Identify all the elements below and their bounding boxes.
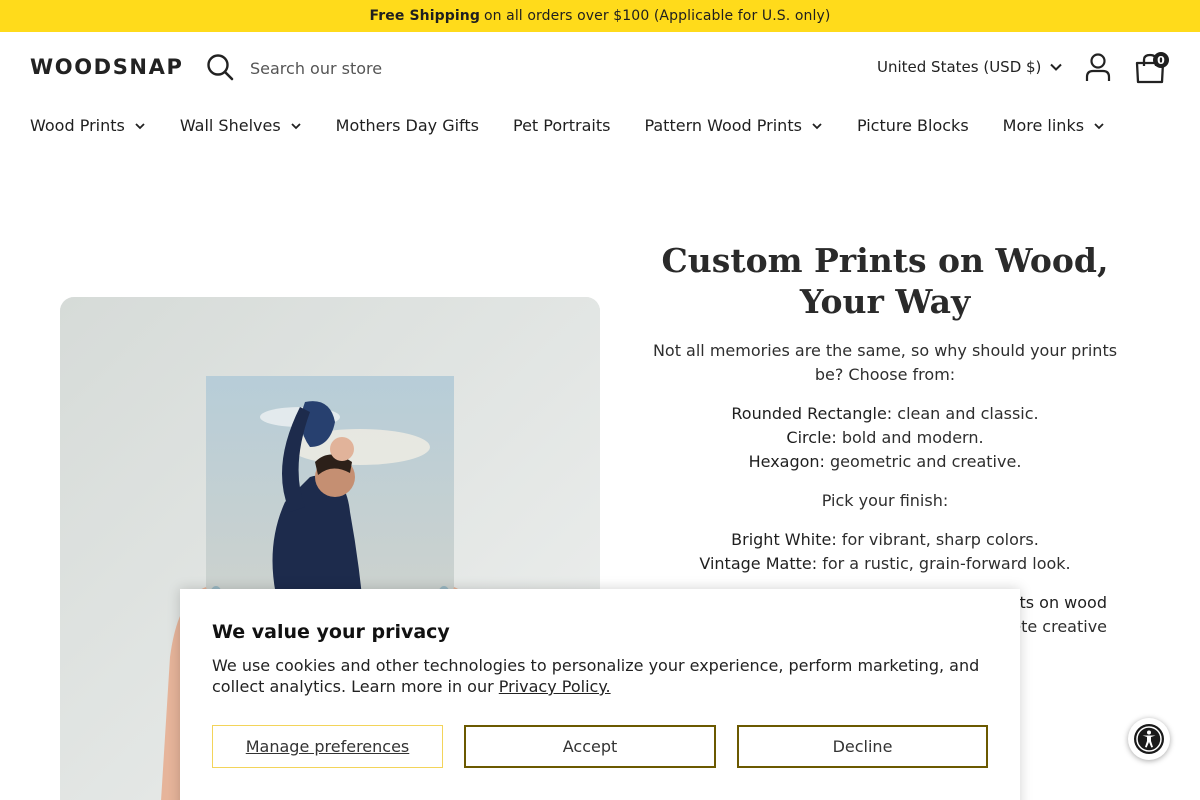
nav-item-label: Wall Shelves: [179, 116, 281, 135]
finish-label: Bright White:: [731, 530, 837, 549]
cookie-description: We use cookies and other technologies to…: [212, 655, 982, 697]
shape-desc: geometric and creative.: [824, 452, 1022, 471]
accessibility-icon: [1134, 724, 1164, 754]
main-nav: Wood Prints Wall Shelves Mothers Day Gif…: [30, 116, 1139, 135]
nav-item-label: Wood Prints: [30, 116, 125, 135]
country-label: United States (USD $): [877, 58, 1042, 76]
country-selector[interactable]: United States (USD $): [877, 58, 1063, 76]
accessibility-button[interactable]: [1128, 718, 1170, 760]
page-title-line2: Your Way: [799, 282, 971, 321]
announcement-bar: Free Shipping on all orders over $100 (A…: [0, 0, 1200, 32]
shape-desc: clean and classic.: [892, 404, 1039, 423]
decline-button[interactable]: Decline: [737, 725, 988, 768]
main-content: Custom Prints on Wood, Your Way Not all …: [650, 240, 1120, 639]
chevron-down-icon: [135, 122, 145, 129]
nav-item-label: More links: [1002, 116, 1085, 135]
page-title: Custom Prints on Wood, Your Way: [650, 240, 1120, 322]
nav-item-label: Pattern Wood Prints: [644, 116, 802, 135]
cookie-banner: We value your privacy We use cookies and…: [180, 589, 1020, 800]
nav-item-label: Picture Blocks: [856, 116, 969, 135]
shape-label: Circle:: [786, 428, 837, 447]
nav-item-picture-blocks[interactable]: Picture Blocks: [857, 116, 969, 135]
nav-item-label: Mothers Day Gifts: [335, 116, 479, 135]
finish-label: Vintage Matte:: [699, 554, 818, 573]
account-icon[interactable]: [1084, 52, 1112, 82]
shape-label: Hexagon:: [748, 452, 825, 471]
nav-item-wall-shelves[interactable]: Wall Shelves: [180, 116, 302, 135]
cookie-buttons: Manage preferences Accept Decline: [212, 725, 988, 768]
manage-preferences-button[interactable]: Manage preferences: [212, 725, 443, 768]
nav-item-pattern-wood-prints[interactable]: Pattern Wood Prints: [644, 116, 823, 135]
finish-desc: for vibrant, sharp colors.: [836, 530, 1039, 549]
shape-list: Rounded Rectangle: clean and classic. Ci…: [650, 402, 1120, 474]
partial-line1: ts on wood: [1019, 593, 1107, 612]
accept-button[interactable]: Accept: [464, 725, 716, 768]
nav-item-more-links[interactable]: More links: [1003, 116, 1105, 135]
cookie-title: We value your privacy: [212, 621, 450, 643]
finish-desc: for a rustic, grain-forward look.: [817, 554, 1071, 573]
logo[interactable]: WOODSNAP: [30, 55, 183, 79]
finish-list: Bright White: for vibrant, sharp colors.…: [650, 528, 1120, 576]
chevron-down-icon: [1094, 122, 1104, 129]
shape-desc: bold and modern.: [836, 428, 984, 447]
finish-intro: Pick your finish:: [821, 491, 949, 510]
cart-count-badge: 0: [1153, 52, 1169, 68]
privacy-policy-link[interactable]: Privacy Policy.: [499, 677, 611, 696]
chevron-down-icon: [812, 122, 822, 129]
page-title-line1: Custom Prints on Wood,: [661, 241, 1109, 280]
shape-label: Rounded Rectangle:: [731, 404, 893, 423]
nav-item-label: Pet Portraits: [513, 116, 611, 135]
search-input[interactable]: [240, 52, 600, 84]
search-icon[interactable]: [206, 53, 234, 81]
nav-item-wood-prints[interactable]: Wood Prints: [30, 116, 146, 135]
intro-text: Not all memories are the same, so why sh…: [652, 341, 1118, 384]
nav-item-mothers-day-gifts[interactable]: Mothers Day Gifts: [336, 116, 479, 135]
chevron-down-icon: [1050, 63, 1063, 71]
announcement-bold: Free Shipping: [369, 8, 480, 24]
announcement-text: on all orders over $100 (Applicable for …: [483, 8, 831, 24]
partial-line2: ete creative: [1011, 617, 1107, 636]
nav-item-pet-portraits[interactable]: Pet Portraits: [513, 116, 610, 135]
chevron-down-icon: [291, 122, 301, 129]
